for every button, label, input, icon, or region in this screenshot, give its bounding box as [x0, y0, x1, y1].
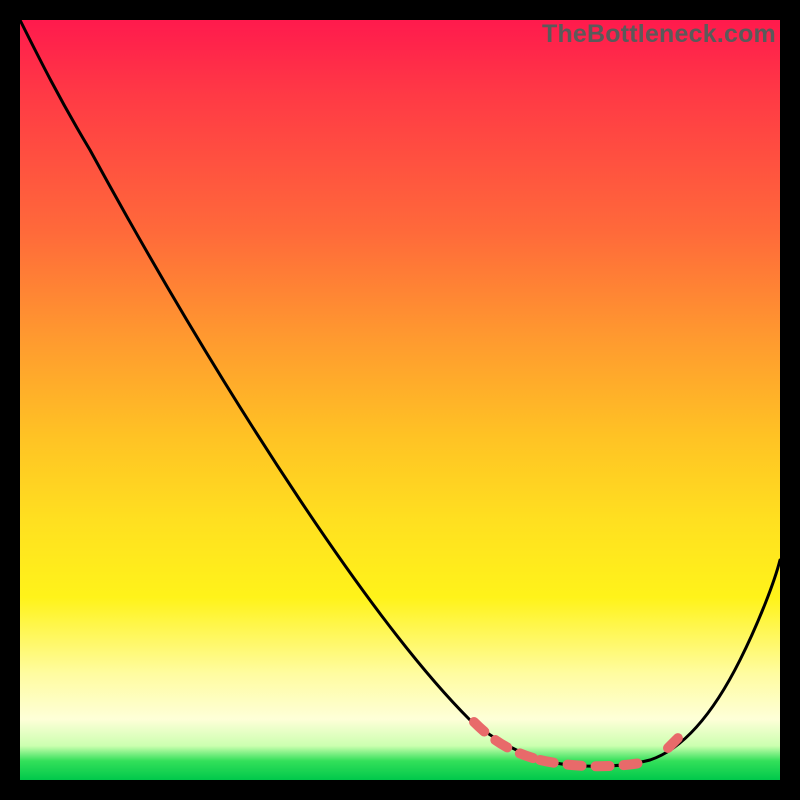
optimal-band-bottom: [540, 760, 646, 766]
bottleneck-curve: [20, 20, 780, 766]
chart-frame: TheBottleneck.com: [20, 20, 780, 780]
curve-layer: [20, 20, 780, 780]
optimal-band-right: [668, 732, 684, 748]
optimal-band-left: [474, 722, 540, 760]
